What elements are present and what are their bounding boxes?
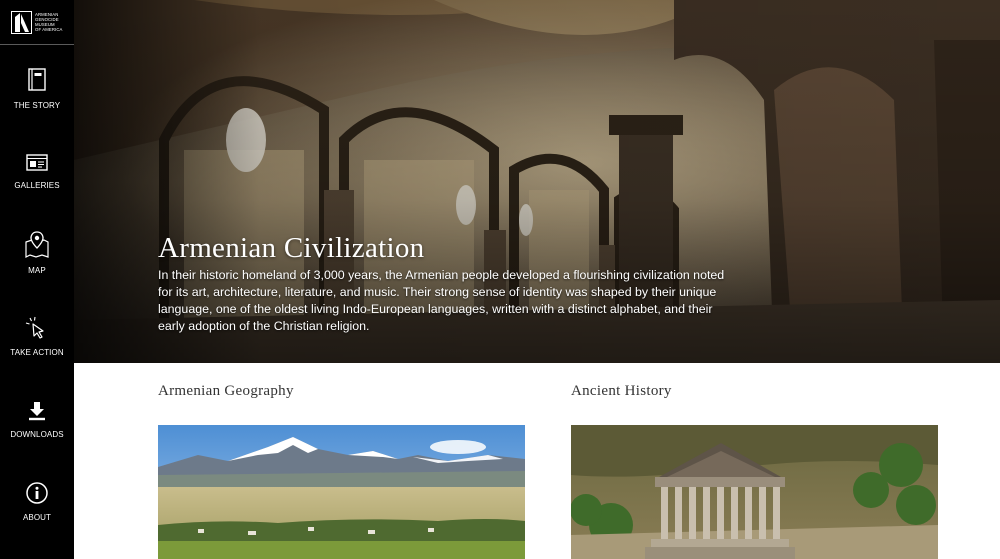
card-title[interactable]: Ancient History [571, 376, 939, 425]
book-icon [28, 68, 46, 91]
museum-logo-mark [11, 10, 32, 34]
hero-title: Armenian Civilization [158, 232, 425, 264]
garni-temple-image[interactable] [571, 425, 938, 559]
sidebar: Armenian Genocide Museum of America The … [0, 0, 74, 559]
info-icon [26, 482, 48, 504]
nav-downloads[interactable]: Downloads [0, 400, 74, 439]
nav-label: Galleries [14, 181, 60, 190]
hero-section: Armenian Civilization In their historic … [74, 0, 1000, 363]
map-pin-icon [25, 231, 49, 258]
card-ancient-history[interactable]: Ancient History [571, 376, 939, 559]
cursor-click-icon [25, 316, 44, 339]
download-icon [29, 402, 45, 421]
nav-take-action[interactable]: Take Action [0, 316, 74, 357]
logo-line: of America [35, 27, 63, 33]
nav-label: Take Action [10, 348, 64, 357]
museum-logo[interactable]: Armenian Genocide Museum of America [0, 0, 74, 45]
nav-label: Downloads [10, 430, 64, 439]
nav-map[interactable]: Map [0, 230, 74, 275]
nav-galleries[interactable]: Galleries [0, 153, 74, 190]
nav-label: The Story [13, 101, 61, 110]
nav-the-story[interactable]: The Story [0, 67, 74, 110]
nav-label: Map [28, 266, 46, 275]
gallery-icon [26, 154, 48, 171]
nav-about[interactable]: About [0, 481, 74, 522]
card-armenian-geography[interactable]: Armenian Geography [158, 376, 526, 559]
museum-logo-text: Armenian Genocide Museum of America [35, 12, 71, 33]
card-title[interactable]: Armenian Geography [158, 376, 526, 425]
hero-description: In their historic homeland of 3,000 year… [158, 268, 725, 333]
mountain-landscape-image[interactable] [158, 425, 525, 559]
nav-label: About [22, 513, 52, 522]
